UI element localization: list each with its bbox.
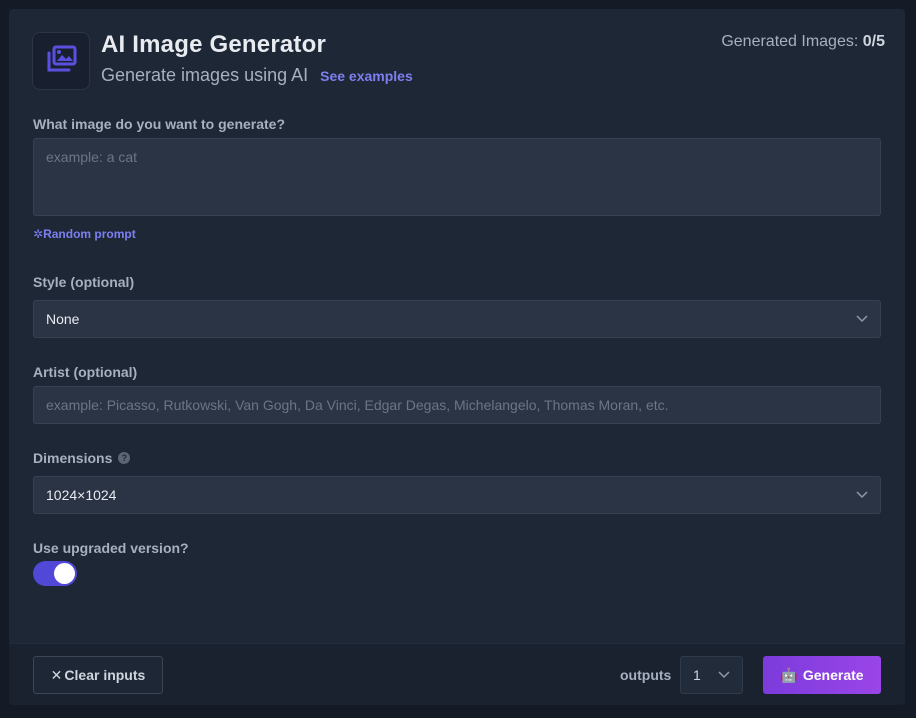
style-label: Style (optional) — [33, 274, 135, 290]
prompt-input[interactable] — [33, 138, 881, 216]
subtitle-text: Generate images using AI — [101, 65, 309, 85]
see-examples-link[interactable]: See examples — [320, 68, 413, 84]
artist-input[interactable] — [33, 386, 881, 424]
page-title: AI Image Generator — [101, 31, 327, 58]
generate-label: Generate — [802, 667, 864, 683]
footer: ✕ Clear inputs outputs 1 🤖 Generate — [9, 643, 905, 705]
dimensions-selected: 1024×1024 — [46, 487, 117, 503]
page-subtitle: Generate images using AI See examples — [101, 64, 413, 87]
sparkle-icon: ✲ — [33, 227, 44, 241]
prompt-label: What image do you want to generate? — [33, 116, 286, 132]
close-icon: ✕ — [50, 666, 63, 683]
help-icon[interactable]: ? — [118, 452, 131, 464]
logo — [32, 32, 90, 90]
counter-value: 0/5 — [862, 33, 885, 50]
generated-counter: Generated Images: 0/5 — [721, 33, 885, 51]
outputs-label: outputs — [620, 667, 672, 683]
dimensions-label-text: Dimensions — [33, 450, 113, 466]
toggle-knob — [54, 563, 75, 584]
images-icon — [45, 45, 77, 78]
generator-card: AI Image Generator Generate images using… — [9, 9, 905, 705]
chevron-down-icon — [856, 488, 868, 502]
dimensions-label: Dimensions ? — [33, 450, 131, 466]
outputs-select[interactable]: 1 — [680, 656, 743, 694]
style-selected: None — [46, 311, 80, 327]
chevron-down-icon — [718, 668, 730, 682]
robot-icon: 🤖 — [780, 666, 798, 683]
random-prompt-button[interactable]: ✲Random prompt — [33, 227, 136, 241]
clear-inputs-label: Clear inputs — [64, 667, 146, 683]
counter-label: Generated Images: — [721, 33, 859, 50]
upgraded-toggle[interactable] — [33, 561, 77, 586]
header: AI Image Generator Generate images using… — [32, 32, 885, 92]
outputs-selected: 1 — [693, 667, 701, 683]
generate-button[interactable]: 🤖 Generate — [763, 656, 881, 694]
artist-label: Artist (optional) — [33, 364, 138, 380]
dimensions-select[interactable]: 1024×1024 — [33, 476, 881, 514]
upgraded-label: Use upgraded version? — [33, 540, 189, 556]
clear-inputs-button[interactable]: ✕ Clear inputs — [33, 656, 163, 694]
style-select[interactable]: None — [33, 300, 881, 338]
random-prompt-label: Random prompt — [43, 227, 136, 241]
chevron-down-icon — [856, 312, 868, 326]
